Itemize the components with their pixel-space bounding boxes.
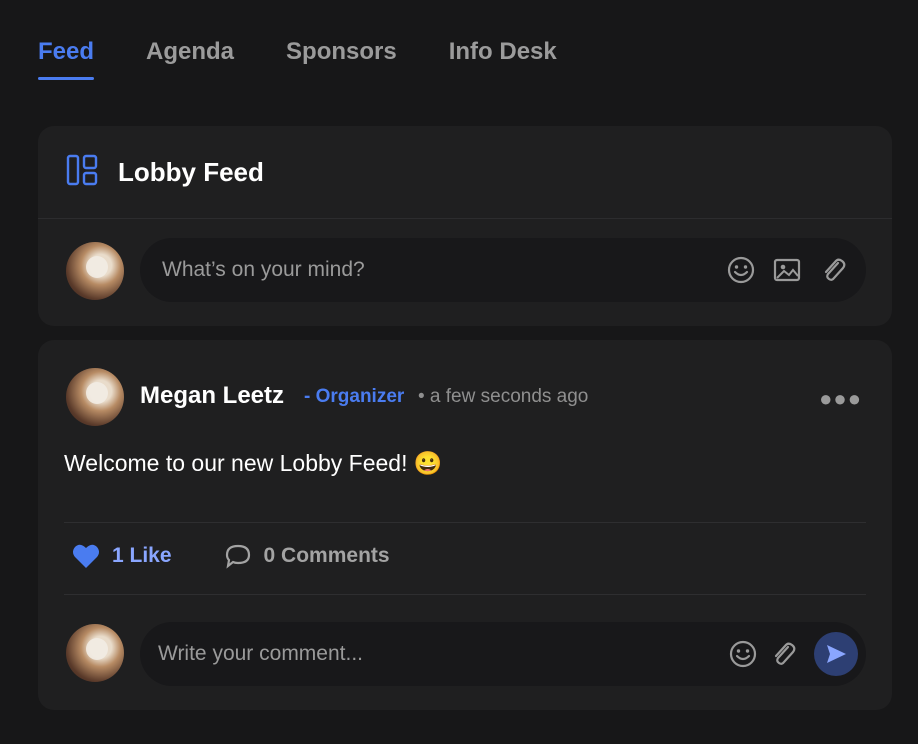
avatar (66, 368, 124, 426)
post-card: Megan Leetz - Organizer • a few seconds … (38, 340, 892, 710)
layout-icon (66, 154, 98, 191)
tab-feed[interactable]: Feed (38, 38, 95, 80)
comment-input[interactable]: Write your comment... (140, 622, 866, 686)
post-time: • a few seconds ago (418, 386, 589, 407)
avatar (66, 242, 124, 300)
lobby-feed-card: Lobby Feed What’s on your mind? (38, 126, 892, 326)
like-button[interactable]: 1 Like (72, 543, 172, 569)
divider (64, 594, 866, 595)
page-title: Lobby Feed (118, 156, 264, 187)
comment-placeholder: Write your comment... (158, 642, 363, 665)
send-icon (824, 642, 848, 666)
image-icon[interactable] (772, 255, 802, 285)
composer-placeholder: What’s on your mind? (162, 258, 365, 281)
tab-sponsors[interactable]: Sponsors (286, 38, 397, 80)
heart-icon (72, 543, 100, 569)
post-message: Welcome to our new Lobby Feed! 😀 (64, 450, 443, 476)
paperclip-icon[interactable] (818, 255, 848, 285)
post-composer-input[interactable]: What’s on your mind? (140, 238, 866, 302)
emoji-icon[interactable] (728, 639, 758, 669)
tab-bar: Feed Agenda Sponsors Info Desk (38, 38, 609, 80)
send-button[interactable] (814, 632, 858, 676)
comments-button[interactable]: 0 Comments (224, 543, 390, 569)
post-author[interactable]: Megan Leetz (140, 382, 284, 410)
post-actions: 1 Like 0 Comments (72, 543, 442, 569)
author-role: - Organizer (304, 386, 405, 407)
comment-count: 0 Comments (263, 544, 390, 567)
like-count: 1 Like (112, 544, 172, 567)
more-icon[interactable]: ●●● (819, 386, 862, 412)
divider (64, 522, 866, 523)
comment-icon (224, 543, 252, 569)
tab-agenda[interactable]: Agenda (146, 38, 234, 80)
lobby-feed-header: Lobby Feed (38, 126, 892, 219)
paperclip-icon[interactable] (768, 639, 798, 669)
emoji-icon[interactable] (726, 255, 756, 285)
avatar (66, 624, 124, 682)
tab-info-desk[interactable]: Info Desk (449, 38, 557, 80)
